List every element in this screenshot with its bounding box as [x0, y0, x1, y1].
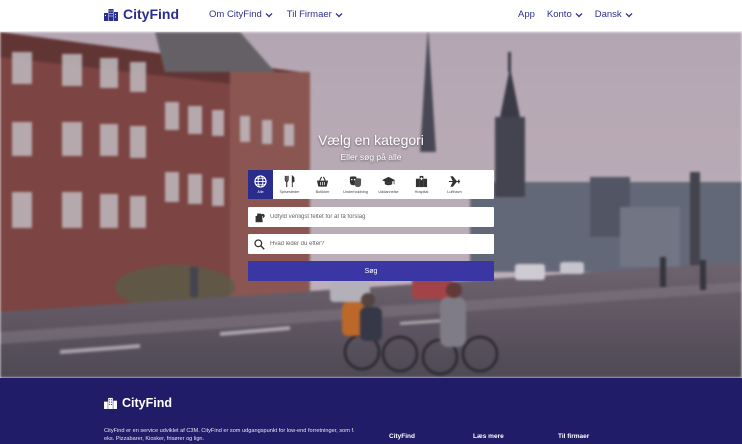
globe-icon	[254, 175, 267, 188]
category-label: Spisesteder	[279, 190, 300, 194]
category-label: Underholdning	[343, 190, 368, 194]
nav-om-cityfind-label: Om CityFind	[209, 9, 262, 20]
category-label: Alle	[257, 190, 264, 194]
nav-language-label: Dansk	[594, 9, 622, 20]
chevron-down-icon	[335, 12, 343, 17]
footer-column-laes-mere: Læs mere	[473, 433, 504, 440]
footer-brand-name: CityFind	[122, 396, 172, 410]
category-label: Uddannelse	[378, 190, 399, 194]
search-input[interactable]	[270, 241, 480, 247]
brand-logo[interactable]: CityFind	[104, 6, 179, 22]
category-lufthavn[interactable]: Lufthavn	[438, 170, 471, 199]
fork-knife-icon	[284, 175, 295, 188]
footer-column-cityfind: CityFind	[389, 433, 415, 440]
nav-til-firmaer-label: Til Firmaer	[286, 9, 332, 20]
hero-section: Vælg en kategori Eller søg på alle Alle …	[0, 32, 742, 378]
brand-name: CityFind	[123, 6, 179, 22]
category-uddannelse[interactable]: Uddannelse	[372, 170, 405, 199]
footer-column-til-firmaer: Til firmaer	[558, 433, 590, 440]
city-street-background-image	[0, 32, 742, 378]
nav-om-cityfind[interactable]: Om CityFind	[209, 9, 273, 20]
category-label: Butikker	[315, 190, 330, 194]
footer: CityFind CityFind er en service udviklet…	[0, 378, 742, 444]
search-field[interactable]	[248, 234, 494, 254]
nav-til-firmaer[interactable]: Til Firmaer	[287, 9, 343, 20]
search-icon	[248, 238, 270, 250]
hero-subtitle: Eller søg på alle	[340, 152, 402, 162]
theater-masks-icon	[349, 176, 362, 188]
nav-language[interactable]: Dansk	[595, 9, 633, 20]
category-spisesteder[interactable]: Spisesteder	[273, 170, 306, 199]
top-navbar: CityFind Om CityFind Til Firmaer App Kon…	[0, 0, 742, 32]
airplane-icon	[448, 176, 461, 187]
nav-konto-label: Konto	[546, 9, 572, 20]
location-input[interactable]	[270, 214, 480, 220]
search-button[interactable]: Søg	[248, 261, 494, 281]
category-label: Hospital	[414, 190, 429, 194]
location-field[interactable]	[248, 207, 494, 227]
footer-brand[interactable]: CityFind	[104, 396, 172, 410]
footer-description: CityFind er en service udviklet af C3M. …	[104, 428, 355, 442]
nav-app-label: App	[518, 9, 535, 20]
category-hospital[interactable]: Hospital	[405, 170, 438, 199]
chevron-down-icon	[625, 12, 633, 17]
city-buildings-icon	[104, 397, 117, 409]
category-bar: Alle Spisesteder Butikker Underholdning …	[248, 170, 494, 199]
chevron-down-icon	[265, 12, 273, 17]
category-butikker[interactable]: Butikker	[306, 170, 339, 199]
chevron-down-icon	[575, 12, 583, 17]
graduation-cap-icon	[382, 176, 395, 186]
hero-title: Vælg en kategori	[318, 132, 424, 148]
category-underholdning[interactable]: Underholdning	[339, 170, 372, 199]
hospital-icon	[415, 175, 428, 188]
basket-icon	[316, 176, 329, 187]
nav-konto[interactable]: Konto	[547, 9, 583, 20]
location-icon	[248, 212, 270, 223]
category-alle[interactable]: Alle	[248, 170, 273, 199]
category-label: Lufthavn	[447, 190, 462, 194]
city-buildings-icon	[104, 8, 118, 21]
nav-app[interactable]: App	[518, 9, 535, 20]
